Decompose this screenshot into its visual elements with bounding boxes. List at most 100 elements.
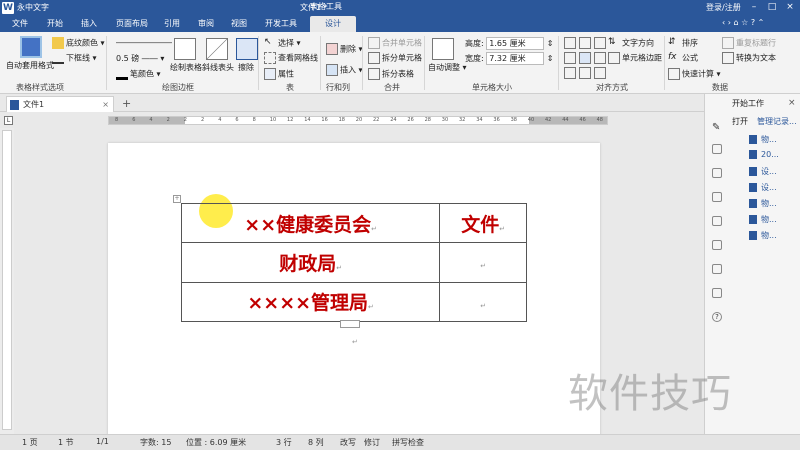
shading-button[interactable]: 底纹颜色 ▾ (52, 37, 105, 49)
edit-icon[interactable] (712, 288, 722, 298)
width-field[interactable]: 宽度: 7.32 厘米 ⇕ (465, 52, 554, 65)
width-label: 宽度: (465, 54, 484, 63)
table-cell[interactable]: ↵ (439, 242, 527, 283)
status-section: 1 节 (58, 438, 74, 447)
vertical-ruler[interactable] (2, 130, 12, 430)
settings-icon[interactable] (712, 144, 722, 154)
row-resize-handle[interactable] (340, 320, 360, 328)
document-tab[interactable]: 文件1 × (6, 96, 114, 112)
tab-close-icon[interactable]: × (102, 97, 109, 112)
erase-button[interactable]: 擦除 (238, 62, 254, 73)
split-cells-button[interactable]: 拆分单元格 (368, 52, 422, 64)
quick-calc-button[interactable]: 快速计算 ▾ (668, 68, 721, 80)
divider (362, 36, 363, 90)
recent-file-item[interactable]: 物... (749, 134, 777, 145)
recent-file-item[interactable]: 20... (749, 150, 779, 159)
pen-color-button[interactable]: 笔颜色 ▾ (116, 68, 161, 80)
horizontal-ruler[interactable]: 8 6 4 2 2 2 4 6 8 10 12 14 16 18 20 22 24 26 28 30 32 34 36 38 4… (108, 116, 608, 125)
login-link[interactable]: 登录/注册 (706, 2, 741, 13)
align-bottom-right-icon[interactable] (594, 67, 606, 79)
pen-color-icon (116, 68, 128, 80)
draw-table-button[interactable]: 绘制表格 (170, 62, 202, 73)
table-move-handle[interactable]: + (173, 195, 181, 203)
align-top-right-icon[interactable] (594, 37, 606, 49)
line-weight-select[interactable]: 0.5 磅 ―― ▾ (116, 53, 164, 64)
text-direction-button[interactable]: ⇅ 文字方向 (608, 37, 654, 49)
repeat-header-button[interactable]: 重复标题行 (722, 37, 776, 49)
status-word-count[interactable]: 字数: 15 (140, 437, 171, 448)
align-bottom-center-icon[interactable] (579, 67, 591, 79)
ribbon: 自动套用格式 底纹颜色 ▾ 下框线 ▾ 表格样式选项 ――――――― ▾ 0.5… (0, 32, 800, 94)
maximize-icon[interactable]: □ (766, 1, 778, 14)
auto-format-button[interactable]: 自动套用格式 (6, 60, 54, 71)
align-top-center-icon[interactable] (579, 37, 591, 49)
document-table[interactable]: ××健康委员会↵ 文件↵ 财政局↵ ↵ ××××管理局↵ ↵ (180, 202, 527, 323)
menu-file[interactable]: 文件 (12, 18, 28, 29)
view-gridlines-button[interactable]: 查看网格线 (264, 52, 318, 64)
properties-button[interactable]: 属性 (264, 68, 294, 80)
status-overtype[interactable]: 改写 (340, 437, 356, 448)
menu-developer[interactable]: 开发工具 (265, 18, 297, 29)
menu-insert[interactable]: 插入 (81, 18, 97, 29)
underline-button[interactable]: 下框线 ▾ (52, 52, 97, 64)
height-field[interactable]: 高度: 1.65 厘米 ⇕ (465, 37, 554, 50)
recent-file-item[interactable]: 物... (749, 214, 777, 225)
recent-file-item[interactable]: 物... (749, 230, 777, 241)
menu-review[interactable]: 审阅 (198, 18, 214, 29)
menu-page-layout[interactable]: 页面布局 (116, 18, 148, 29)
table-cell[interactable]: 文件↵ (439, 202, 527, 244)
help-icon[interactable]: ? (712, 312, 722, 322)
tab-design[interactable]: 设计 (310, 16, 356, 32)
status-revision[interactable]: 修订 (364, 437, 380, 448)
manage-records-link[interactable]: 管理记录... (757, 116, 797, 127)
alignment-grid[interactable] (564, 37, 612, 81)
cell-text: 文件 (461, 213, 500, 236)
table-cell[interactable]: 财政局↵ (180, 242, 441, 283)
table-cell[interactable]: ××××管理局↵ (180, 281, 441, 323)
line-style-select[interactable]: ――――――― ▾ (116, 38, 179, 47)
copy-icon[interactable] (712, 264, 722, 274)
align-middle-right-icon[interactable] (594, 52, 606, 64)
status-spellcheck[interactable]: 拼写检查 (392, 437, 424, 448)
menu-view[interactable]: 视图 (231, 18, 247, 29)
auto-adjust-button[interactable]: 自动调整 ▾ (428, 62, 467, 73)
insert-button[interactable]: 插入 ▾ (326, 64, 363, 76)
pen-icon[interactable]: ✎ (712, 122, 722, 133)
paragraph-mark: ↵ (499, 224, 506, 233)
menu-references[interactable]: 引用 (164, 18, 180, 29)
width-input[interactable]: 7.32 厘米 (486, 52, 545, 65)
table-cell[interactable]: ↵ (439, 281, 527, 323)
page-icon[interactable] (712, 240, 722, 250)
convert-text-icon (722, 52, 734, 64)
align-middle-center-icon[interactable] (579, 52, 591, 64)
add-tab-icon[interactable]: + (122, 97, 131, 110)
nav-icons[interactable]: ‹ › ⌂ ☆ ? ⌃ (722, 18, 764, 27)
height-input[interactable]: 1.65 厘米 (486, 37, 545, 50)
split-table-button[interactable]: 拆分表格 (368, 68, 414, 80)
table-cell[interactable]: ××健康委员会↵ (180, 202, 441, 244)
cell-margin-button[interactable]: 单元格边距 (608, 52, 662, 64)
formula-button[interactable]: fx 公式 (668, 52, 698, 64)
align-bottom-left-icon[interactable] (564, 67, 576, 79)
tab-stop-selector[interactable]: L (4, 116, 13, 125)
align-middle-left-icon[interactable] (564, 52, 576, 64)
pane-close-icon[interactable]: × (788, 98, 796, 108)
watermark-text: 软件技巧 (568, 371, 732, 417)
minimize-icon[interactable]: – (748, 1, 760, 14)
convert-to-text-button[interactable]: 转换为文本 (722, 52, 776, 64)
menu-home[interactable]: 开始 (47, 18, 63, 29)
style-icon[interactable] (712, 168, 722, 178)
delete-button[interactable]: 删除 ▾ (326, 43, 363, 55)
sort-button[interactable]: ⇵ 排序 (668, 37, 698, 49)
recent-file-item[interactable]: 设... (749, 182, 777, 193)
recent-file-item[interactable]: 设... (749, 166, 777, 177)
merge-cells-button[interactable]: 合并单元格 (368, 37, 422, 49)
lock-icon[interactable] (712, 216, 722, 226)
document-map-icon[interactable] (712, 192, 722, 202)
recent-file-item[interactable]: 物... (749, 198, 777, 209)
align-top-left-icon[interactable] (564, 37, 576, 49)
select-button[interactable]: ↖ 选择 ▾ (264, 37, 301, 49)
diagonal-header-button[interactable]: 斜线表头 (202, 62, 234, 73)
open-link[interactable]: 打开 (732, 116, 748, 127)
close-icon[interactable]: × (784, 1, 796, 14)
